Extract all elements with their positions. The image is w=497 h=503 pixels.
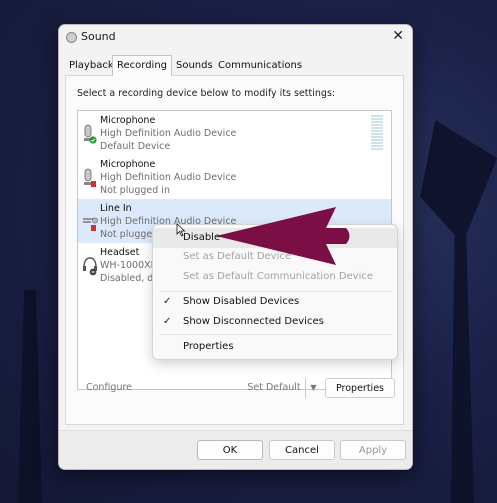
menu-item-label: Properties: [183, 341, 234, 352]
set-default-button[interactable]: Set Default: [244, 378, 304, 398]
device-driver: High Definition Audio Device: [100, 172, 237, 183]
device-driver: High Definition Audio Device: [100, 128, 237, 139]
tab-playback[interactable]: Playback: [65, 57, 118, 74]
menu-item-label: Show Disconnected Devices: [183, 316, 324, 327]
dialog-footer: OK Cancel Apply: [59, 430, 412, 469]
menu-item-label: Set as Default Device: [183, 251, 292, 262]
configure-button[interactable]: Configure: [84, 378, 134, 398]
device-row-microphone-default[interactable]: Microphone High Definition Audio Device …: [78, 111, 391, 155]
ok-button[interactable]: OK: [197, 440, 263, 460]
apply-button[interactable]: Apply: [340, 440, 406, 460]
tab-sounds[interactable]: Sounds: [172, 57, 217, 74]
menu-item-show-disabled-devices[interactable]: ✓ Show Disabled Devices: [153, 292, 397, 312]
cancel-button[interactable]: Cancel: [269, 440, 335, 460]
tab-recording[interactable]: Recording: [112, 55, 173, 76]
chevron-down-icon[interactable]: ▼: [305, 378, 321, 398]
checkmark-icon: ✓: [163, 296, 172, 307]
menu-item-label: Disable: [183, 232, 221, 243]
checkmark-icon: ✓: [163, 316, 172, 327]
level-meter: [371, 115, 383, 151]
menu-item-show-disconnected-devices[interactable]: ✓ Show Disconnected Devices: [153, 312, 397, 332]
mouse-cursor-icon: [176, 223, 186, 237]
window-title: Sound: [81, 30, 116, 43]
line-in-icon: [83, 217, 98, 231]
properties-button[interactable]: Properties: [325, 378, 395, 398]
device-name: Microphone: [100, 115, 156, 126]
close-icon[interactable]: ✕: [392, 28, 404, 44]
menu-item-set-default-communication-device[interactable]: Set as Default Communication Device: [153, 267, 397, 287]
headset-icon: [83, 257, 97, 276]
microphone-icon: [84, 168, 96, 187]
device-status: Default Device: [100, 141, 171, 152]
menu-item-disable[interactable]: Disable: [153, 228, 397, 248]
device-row-microphone-unplugged[interactable]: Microphone High Definition Audio Device …: [78, 155, 391, 199]
background-palm-left: [18, 290, 42, 503]
device-name: Headset: [100, 247, 140, 258]
device-name: Line In: [100, 203, 132, 214]
context-menu: Disable Set as Default Device Set as Def…: [152, 224, 398, 360]
title-bar: Sound ✕: [59, 25, 412, 51]
menu-separator: [159, 334, 391, 335]
instruction-text: Select a recording device below to modif…: [77, 88, 336, 99]
menu-item-properties[interactable]: Properties: [153, 337, 397, 357]
device-status: Not plugged in: [100, 185, 170, 196]
background-palm-right: [420, 120, 497, 503]
device-driver: WH-1000XM: [100, 260, 159, 271]
menu-item-label: Show Disabled Devices: [183, 296, 300, 307]
menu-item-label: Set as Default Communication Device: [183, 271, 374, 282]
device-status: Not plugged: [100, 229, 159, 240]
device-name: Microphone: [100, 159, 156, 170]
speaker-icon: [66, 32, 77, 43]
menu-item-set-default-device[interactable]: Set as Default Device: [153, 247, 397, 267]
tab-communications[interactable]: Communications: [214, 57, 306, 74]
microphone-icon: [84, 124, 97, 144]
